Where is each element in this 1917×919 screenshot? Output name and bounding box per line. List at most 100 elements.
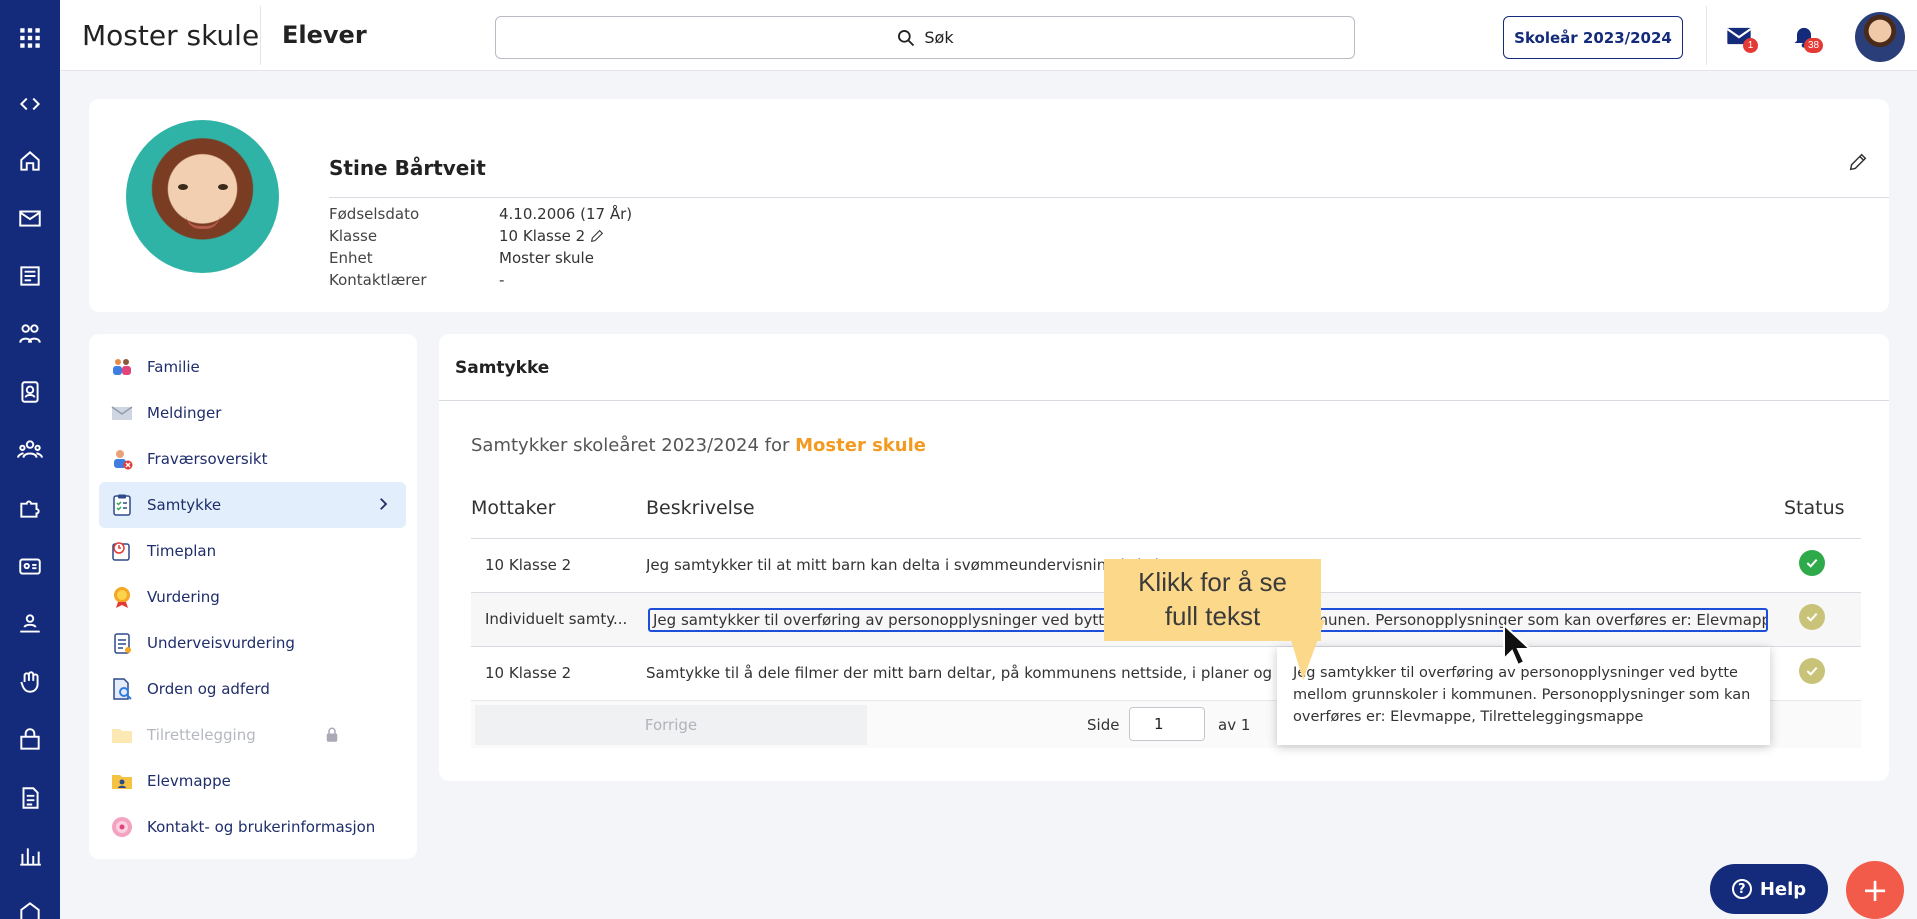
- menu-item-underveisvurdering[interactable]: Underveisvurdering: [99, 620, 406, 666]
- user-stand-icon[interactable]: [0, 604, 60, 644]
- bar-chart-icon[interactable]: [0, 836, 60, 876]
- badge-icon[interactable]: [0, 372, 60, 412]
- menu-item-label: Timeplan: [147, 542, 217, 560]
- field-value: -: [499, 271, 505, 289]
- pencil-icon[interactable]: [589, 228, 605, 244]
- row-recipient: 10 Klasse 2: [485, 556, 572, 574]
- menu-item-timeplan[interactable]: Timeplan: [99, 528, 406, 574]
- page-number-input[interactable]: [1129, 707, 1205, 741]
- hand-icon[interactable]: [0, 662, 60, 702]
- document-search-icon: [109, 676, 135, 702]
- student-avatar: [126, 120, 279, 273]
- mail-badge: 1: [1743, 38, 1758, 53]
- search-input[interactable]: Søk: [495, 16, 1355, 59]
- document-icon[interactable]: [0, 778, 60, 818]
- field-value: 10 Klasse 2: [499, 227, 586, 245]
- menu-item-label: Elevmappe: [147, 772, 231, 790]
- left-rail: [0, 0, 60, 919]
- student-folder-icon: [109, 768, 135, 794]
- row-description[interactable]: Samtykke til å dele filmer der mitt barn…: [646, 664, 1326, 682]
- menu-item-label: Familie: [147, 358, 200, 376]
- class-field: 10 Klasse 2: [499, 227, 605, 245]
- column-header-status: Status: [1784, 497, 1845, 519]
- envelope-icon: [109, 400, 135, 426]
- instruction-callout: Klikk for å se full tekst: [1104, 559, 1321, 641]
- help-label: Help: [1759, 878, 1807, 900]
- news-icon[interactable]: [0, 256, 60, 296]
- family-icon: [109, 354, 135, 380]
- field-value: Moster skule: [499, 249, 594, 267]
- previous-page-button[interactable]: Forrige: [475, 705, 867, 745]
- menu-item-label: Samtykke: [147, 496, 222, 514]
- messages-button[interactable]: 1: [1723, 20, 1758, 53]
- menu-item-familie[interactable]: Familie: [99, 344, 406, 390]
- mouse-cursor-icon: [1503, 623, 1533, 667]
- status-approved-icon: [1799, 658, 1825, 684]
- help-button[interactable]: ? Help: [1710, 864, 1828, 914]
- top-bar: Moster skule Elever Søk Skoleår 2023/202…: [60, 0, 1917, 71]
- lock-icon: [326, 727, 338, 742]
- user-avatar[interactable]: [1855, 12, 1905, 62]
- consent-subtitle: Samtykker skoleåret 2023/2024 for Moster…: [471, 435, 926, 456]
- building-icon[interactable]: [0, 892, 60, 919]
- home-icon[interactable]: [0, 141, 60, 181]
- timetable-icon: [109, 538, 135, 564]
- divider: [1706, 6, 1707, 65]
- status-approved-icon: [1799, 550, 1825, 576]
- field-value: 4.10.2006 (17 År): [499, 205, 633, 223]
- menu-item-tilrettelegging: Tilrettelegging: [99, 712, 406, 758]
- menu-item-samtykke[interactable]: Samtykke: [99, 482, 406, 528]
- divider: [260, 6, 261, 65]
- menu-item-meldinger[interactable]: Meldinger: [99, 390, 406, 436]
- menu-item-label: Tilrettelegging: [147, 726, 256, 744]
- notification-badge: 38: [1804, 38, 1824, 53]
- callout-line-1: Klikk for å se: [1138, 567, 1287, 597]
- add-fab-button[interactable]: +: [1846, 861, 1904, 919]
- menu-item-label: Meldinger: [147, 404, 222, 422]
- field-label: Enhet: [329, 249, 373, 267]
- menu-item-label: Underveisvurdering: [147, 634, 295, 652]
- search-label: Søk: [924, 28, 954, 47]
- divider: [439, 400, 1889, 401]
- groups-icon[interactable]: [0, 314, 60, 354]
- menu-item-elevmappe[interactable]: Elevmappe: [99, 758, 406, 804]
- field-label: Klasse: [329, 227, 378, 245]
- row-recipient: 10 Klasse 2: [485, 664, 572, 682]
- puzzle-icon[interactable]: [0, 488, 60, 528]
- student-name: Stine Bårtveit: [329, 156, 486, 180]
- id-card-icon[interactable]: [0, 546, 60, 586]
- people-icon[interactable]: [0, 430, 60, 470]
- school-year-button[interactable]: Skoleår 2023/2024: [1503, 16, 1683, 59]
- menu-item-label: Fraværsoversikt: [147, 450, 268, 468]
- menu-item-kontakt-og-brukerinformasjon[interactable]: Kontakt- og brukerinformasjon: [99, 804, 406, 850]
- contact-info-icon: [109, 814, 135, 840]
- mail-icon[interactable]: [0, 198, 60, 238]
- edit-profile-button[interactable]: [1847, 151, 1871, 175]
- bag-icon[interactable]: [0, 720, 60, 760]
- status-approved-icon: [1799, 604, 1825, 630]
- clipboard-check-icon: [109, 492, 135, 518]
- row-recipient: Individuelt samty...: [485, 610, 628, 628]
- menu-item-label: Orden og adferd: [147, 680, 270, 698]
- absence-icon: [109, 446, 135, 472]
- subtitle-prefix: Samtykker skoleåret 2023/2024 for: [471, 435, 790, 456]
- brand-title: Moster skule: [82, 19, 260, 52]
- student-menu: Familie Meldinger Fraværsoversikt Samtyk…: [89, 334, 417, 859]
- notifications-button[interactable]: 38: [1788, 20, 1824, 53]
- code-toggle-icon[interactable]: [0, 84, 60, 124]
- question-icon: ?: [1731, 879, 1752, 899]
- consent-title: Samtykke: [455, 358, 550, 378]
- student-profile-card: Stine Bårtveit Fødselsdato 4.10.2006 (17…: [89, 99, 1889, 312]
- page-label: Side: [1087, 716, 1120, 734]
- field-label: Kontaktlærer: [329, 271, 427, 289]
- pencil-icon: [1849, 153, 1867, 171]
- menu-item-label: Vurdering: [147, 588, 220, 606]
- award-icon: [109, 584, 135, 610]
- menu-item-vurdering[interactable]: Vurdering: [99, 574, 406, 620]
- menu-item-fravaersoversikt[interactable]: Fraværsoversikt: [99, 436, 406, 482]
- search-icon: [898, 29, 915, 46]
- page-count-label: av 1: [1218, 716, 1251, 734]
- apps-grid-icon[interactable]: [0, 18, 60, 58]
- menu-item-orden-og-adferd[interactable]: Orden og adferd: [99, 666, 406, 712]
- column-header-recipient: Mottaker: [471, 497, 556, 519]
